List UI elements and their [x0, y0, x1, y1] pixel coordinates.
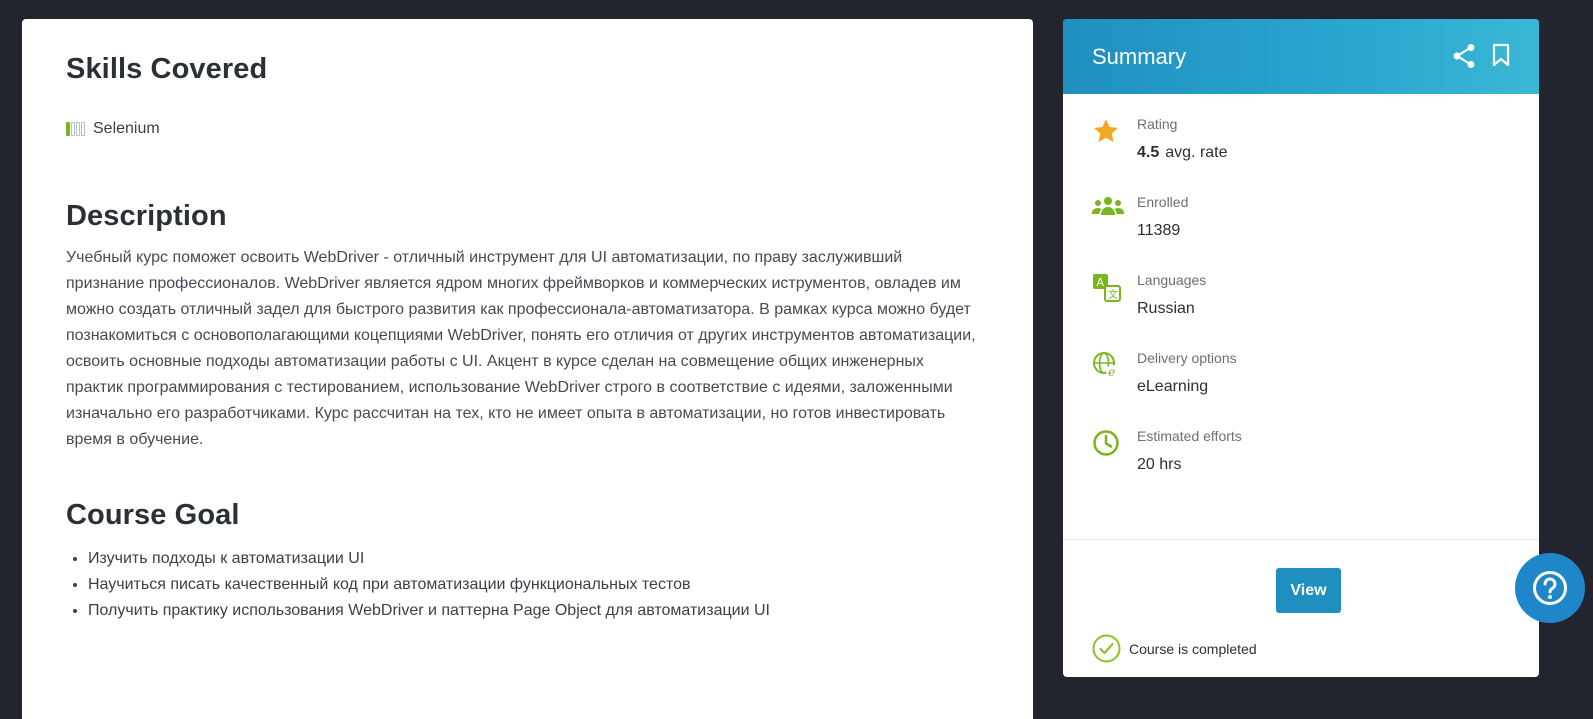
languages-row: A 文 Languages Russian: [1092, 272, 1539, 350]
clock-icon: [1092, 428, 1137, 506]
languages-label: Languages: [1137, 272, 1207, 288]
course-goal-heading: Course Goal: [66, 499, 240, 531]
delivery-row: e Delivery options eLearning: [1092, 350, 1539, 428]
bookmark-icon[interactable]: [1492, 43, 1510, 69]
question-icon: [1533, 571, 1567, 605]
description-heading: Description: [66, 200, 227, 232]
goal-item: Научиться писать качественный код при ав…: [88, 572, 989, 598]
elearning-globe-icon: e: [1092, 350, 1137, 428]
skills-covered-heading: Skills Covered: [66, 53, 268, 85]
rating-suffix: avg. rate: [1165, 144, 1228, 161]
help-button[interactable]: [1515, 553, 1585, 623]
completed-text: Course is completed: [1129, 640, 1257, 657]
summary-header: Summary: [1063, 19, 1539, 94]
people-icon: [1092, 194, 1137, 272]
rating-row: Rating 4.5 avg. rate: [1092, 116, 1539, 194]
efforts-row: Estimated efforts 20 hrs: [1092, 428, 1539, 506]
share-icon[interactable]: [1452, 43, 1476, 69]
summary-title: Summary: [1092, 43, 1187, 69]
languages-value: Russian: [1137, 300, 1195, 317]
summary-divider: [1063, 539, 1539, 540]
check-circle-icon: [1092, 634, 1121, 663]
delivery-value: eLearning: [1137, 378, 1209, 395]
description-text: Учебный курс поможет освоить WebDriver -…: [66, 249, 976, 448]
rating-label: Rating: [1137, 116, 1178, 132]
rating-value: 4.5: [1137, 144, 1160, 161]
svg-text:A: A: [1097, 276, 1105, 289]
course-completed-status: Course is completed: [1092, 634, 1257, 663]
enrolled-label: Enrolled: [1137, 194, 1189, 210]
view-button[interactable]: View: [1276, 568, 1341, 613]
skill-label: Selenium: [93, 120, 160, 137]
goal-item: Получить практику использования WebDrive…: [88, 598, 989, 624]
translate-icon: A 文: [1092, 272, 1137, 350]
efforts-label: Estimated efforts: [1137, 428, 1242, 444]
summary-card: Summary Rating 4.5 avg. rate Enrolled 11…: [1063, 19, 1539, 677]
goal-list: Изучить подходы к автоматизации UI Научи…: [66, 546, 989, 624]
course-content-card: Skills Covered Selenium Description Учеб…: [22, 19, 1033, 719]
efforts-value: 20 hrs: [1137, 456, 1182, 473]
skill-level-icon: [66, 122, 85, 136]
skill-item: Selenium: [66, 120, 989, 138]
delivery-label: Delivery options: [1137, 350, 1237, 366]
enrolled-value: 11389: [1137, 222, 1181, 239]
enrolled-row: Enrolled 11389: [1092, 194, 1539, 272]
svg-text:e: e: [1108, 365, 1115, 379]
star-icon: [1092, 116, 1137, 194]
goal-item: Изучить подходы к автоматизации UI: [88, 546, 989, 572]
svg-text:文: 文: [1108, 288, 1118, 301]
